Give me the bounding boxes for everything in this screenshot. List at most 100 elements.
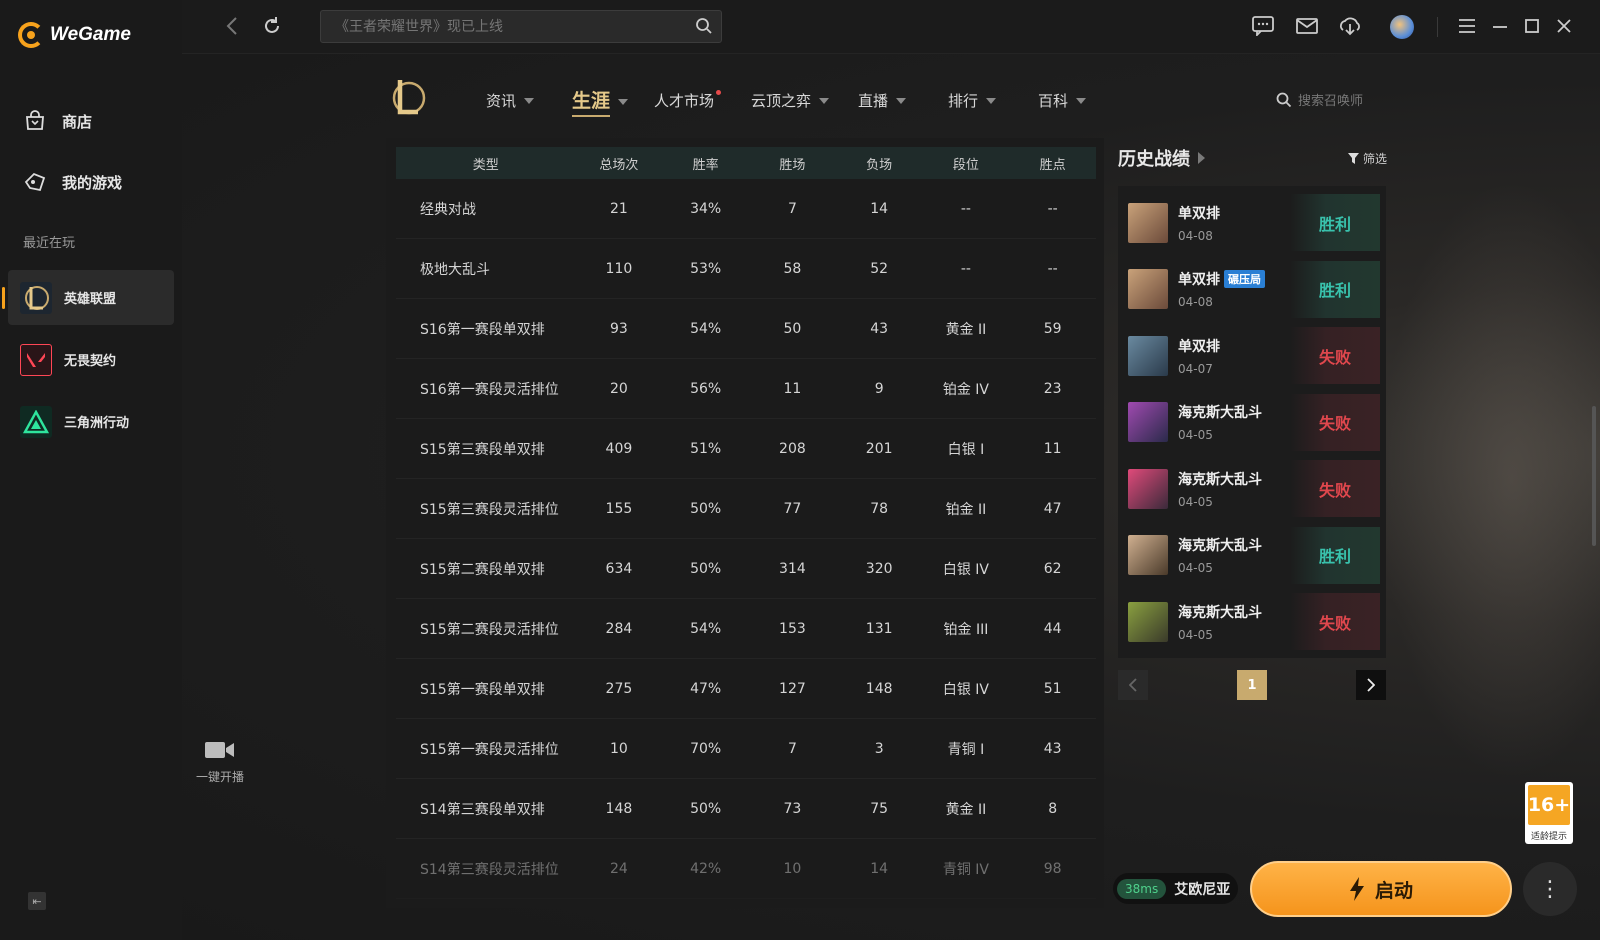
table-cell: 47 xyxy=(1043,500,1062,517)
table-cell: S15第一赛段灵活排位 xyxy=(420,741,559,758)
table-cell: 50% xyxy=(690,560,722,577)
tab-talent-market[interactable]: 人才市场 xyxy=(654,90,722,111)
tab-live[interactable]: 直播 xyxy=(858,90,907,111)
server-selector[interactable]: 38ms 艾欧尼亚 xyxy=(1113,873,1238,904)
sidebar-item-store[interactable]: 商店 xyxy=(22,108,92,134)
page-number-button[interactable]: 1 xyxy=(1237,670,1267,700)
global-search-input[interactable] xyxy=(321,11,681,42)
minimize-icon[interactable] xyxy=(1487,13,1513,39)
match-item[interactable]: 单双排 04-08 胜利 xyxy=(1128,194,1380,251)
one-click-stream-button[interactable]: 一键开播 xyxy=(192,740,248,785)
next-page-button[interactable] xyxy=(1356,670,1386,700)
maximize-icon[interactable] xyxy=(1519,13,1545,39)
launch-label: 启动 xyxy=(1374,879,1413,902)
refresh-icon[interactable] xyxy=(260,14,284,38)
match-item[interactable]: 单双排 04-07 失败 xyxy=(1128,327,1380,384)
wegame-logo[interactable]: WeGame xyxy=(18,22,131,48)
valorant-icon xyxy=(20,343,52,376)
table-cell: 54% xyxy=(690,620,722,637)
more-options-icon[interactable]: ⋮ xyxy=(1523,862,1577,916)
table-cell: 78 xyxy=(870,500,889,517)
match-type-text: 海克斯大乱斗 xyxy=(1178,471,1262,488)
tab-news[interactable]: 资讯 xyxy=(486,90,535,111)
match-history-title[interactable]: 历史战绩 xyxy=(1118,145,1205,171)
tab-label-wrap: 人才市场 xyxy=(654,90,722,111)
match-result: 失败 xyxy=(1290,593,1380,650)
table-cell: S16第一赛段灵活排位 xyxy=(420,381,559,398)
background-art-highlight xyxy=(1380,180,1600,780)
age-rating-badge: 16+ 适龄提示 xyxy=(1525,782,1573,844)
table-cell: 148 xyxy=(865,680,893,697)
match-item[interactable]: 海克斯大乱斗 04-05 失败 xyxy=(1128,460,1380,517)
table-cell: 75 xyxy=(870,800,889,817)
match-result: 胜利 xyxy=(1290,526,1380,584)
table-row: 经典对战 21 34% 7 14 -- -- xyxy=(396,179,1096,239)
table-row: S14第三赛段灵活排位 24 42% 10 14 青铜 IV 98 xyxy=(396,839,1096,899)
column-header: 胜率 xyxy=(692,157,719,173)
filter-label: 筛选 xyxy=(1363,152,1388,166)
match-item[interactable]: 海克斯大乱斗 04-05 失败 xyxy=(1128,393,1380,451)
chevron-right-icon xyxy=(1198,152,1205,164)
collapse-sidebar-icon[interactable]: ⇤ xyxy=(28,892,46,910)
search-icon xyxy=(1276,92,1292,107)
match-info: 单双排 04-08 xyxy=(1178,203,1290,243)
table-cell: 70% xyxy=(690,740,722,757)
summoner-search[interactable]: 搜索召唤师 xyxy=(1276,90,1363,109)
table-cell: 47% xyxy=(690,680,722,697)
table-row: S15第三赛段灵活排位 155 50% 77 78 铂金 II 47 xyxy=(396,479,1096,539)
menu-icon[interactable] xyxy=(1454,13,1480,39)
recent-game-valorant[interactable]: 无畏契约 xyxy=(8,332,174,387)
lol-logo-icon[interactable] xyxy=(390,76,426,118)
table-cell: 3 xyxy=(874,740,884,757)
top-bar xyxy=(182,0,1600,54)
match-date: 04-07 xyxy=(1178,361,1213,376)
notification-dot xyxy=(716,90,722,95)
match-date: 04-05 xyxy=(1178,561,1213,575)
prev-page-button[interactable] xyxy=(1118,670,1148,700)
filter-button[interactable]: 筛选 xyxy=(1348,150,1387,167)
close-icon[interactable] xyxy=(1551,13,1577,39)
table-cell: 77 xyxy=(783,500,802,517)
sidebar-item-my-games[interactable]: 我的游戏 xyxy=(22,169,122,195)
table-row: S16第一赛段单双排 93 54% 50 43 黄金 II 59 xyxy=(396,299,1096,359)
ping-badge: 38ms xyxy=(1117,878,1167,899)
table-cell: 黄金 II xyxy=(945,321,987,338)
champion-portrait xyxy=(1128,402,1168,442)
chevron-down-icon xyxy=(1076,97,1087,104)
tab-tft[interactable]: 云顶之弈 xyxy=(751,90,830,111)
scrollbar[interactable] xyxy=(1592,406,1596,546)
tab-ranking[interactable]: 排行 xyxy=(948,90,997,111)
match-type-text: 单双排 xyxy=(1178,205,1220,222)
chat-icon[interactable] xyxy=(1250,13,1276,39)
launch-button[interactable]: 启动 xyxy=(1250,861,1512,917)
wegame-window: WeGame 商店 我的游戏 最近在玩 英雄联盟 无畏契约 三角洲行动 ⇤ 一键… xyxy=(0,0,1600,940)
search-icon[interactable] xyxy=(695,17,713,35)
tab-label: 生涯 xyxy=(572,86,611,117)
back-icon[interactable] xyxy=(220,14,244,38)
table-cell: 极地大乱斗 xyxy=(420,261,490,278)
table-cell: 208 xyxy=(779,440,806,457)
match-item[interactable]: 海克斯大乱斗 04-05 胜利 xyxy=(1128,526,1380,584)
table-cell: 54% xyxy=(690,320,722,337)
recent-game-delta-force[interactable]: 三角洲行动 xyxy=(8,394,174,449)
age-rating-number: 16+ xyxy=(1528,785,1570,825)
match-type-text: 单双排 xyxy=(1178,338,1220,355)
table-cell: 23 xyxy=(1043,380,1062,397)
column-header: 段位 xyxy=(952,157,979,173)
match-type: 单双排 xyxy=(1178,203,1290,223)
match-type: 海克斯大乱斗 xyxy=(1178,469,1290,489)
recent-game-lol[interactable]: 英雄联盟 xyxy=(2,270,174,325)
user-avatar[interactable] xyxy=(1390,15,1414,39)
mail-icon[interactable] xyxy=(1294,13,1320,39)
table-cell: 42% xyxy=(690,860,722,877)
match-item[interactable]: 海克斯大乱斗 04-05 失败 xyxy=(1128,593,1380,650)
tab-career[interactable]: 生涯 xyxy=(572,86,629,117)
tab-wiki[interactable]: 百科 xyxy=(1038,90,1087,111)
match-item[interactable]: 单双排 碾压局 04-08 胜利 xyxy=(1128,260,1380,318)
match-result: 胜利 xyxy=(1290,194,1380,251)
table-cell: 56% xyxy=(690,380,722,397)
champion-portrait xyxy=(1128,468,1168,509)
download-icon[interactable] xyxy=(1337,13,1363,39)
table-cell: 白银 I xyxy=(947,441,985,458)
table-cell: 14 xyxy=(870,200,889,217)
